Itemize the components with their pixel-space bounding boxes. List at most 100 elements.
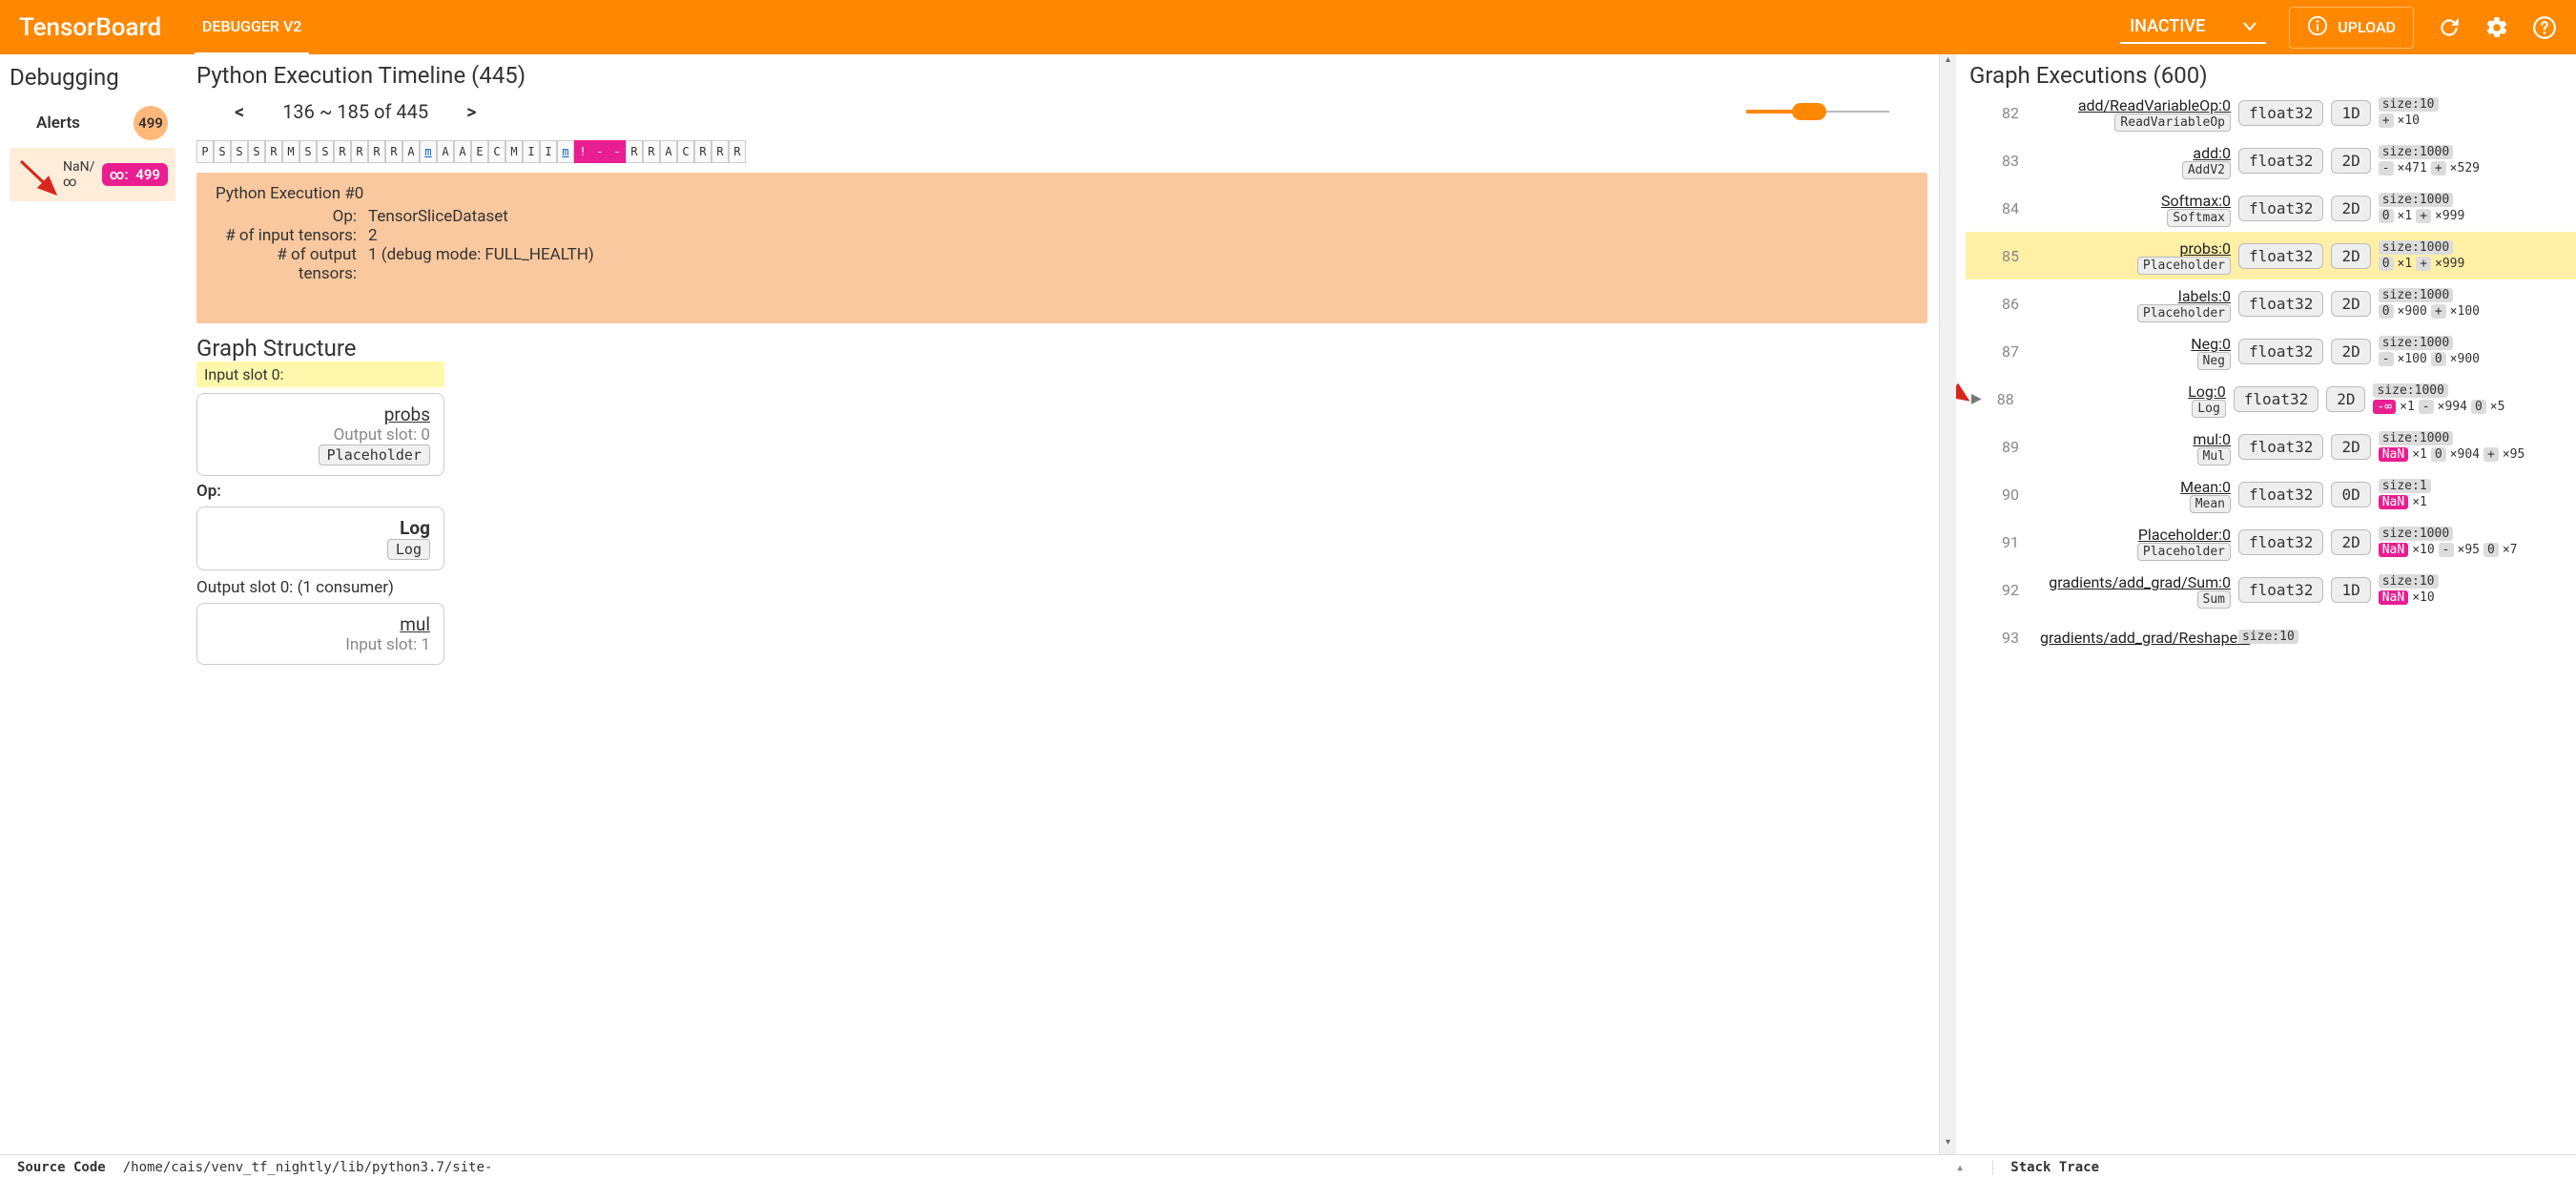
execution-detail: Python Execution #0 Op:TensorSliceDatase…: [196, 173, 1927, 323]
exec-row-op-chip: Placeholder: [2137, 543, 2231, 561]
timeline-tick[interactable]: A: [402, 140, 420, 163]
timeline-tick[interactable]: R: [694, 140, 711, 163]
graph-exec-row[interactable]: 83add:0AddV2float322Dsize:1000-×471+×529: [1966, 136, 2576, 184]
exec-row-name[interactable]: Softmax:0: [2040, 192, 2231, 210]
upload-button[interactable]: UPLOAD: [2289, 7, 2414, 49]
timeline-tick[interactable]: I: [540, 140, 557, 163]
scroll-up-icon[interactable]: ▴: [1940, 54, 1956, 72]
timeline-tick[interactable]: R: [351, 140, 368, 163]
timeline-tick[interactable]: R: [711, 140, 729, 163]
exec-row-op-chip: Placeholder: [2137, 304, 2231, 322]
timeline-tick[interactable]: R: [626, 140, 643, 163]
exec-row-index: 89: [1989, 438, 2032, 456]
gear-icon[interactable]: [2484, 15, 2509, 40]
exec-row-name[interactable]: Placeholder:0: [2040, 526, 2231, 544]
timeline-ticks: PSSSRMSSRRRRAmAAECMIIm!--RRACRRR: [196, 140, 1927, 163]
scroll-up-icon[interactable]: ▴: [1956, 1160, 1992, 1175]
exec-row-index: 90: [1989, 486, 2032, 504]
timeline-tick[interactable]: M: [505, 140, 523, 163]
graph-exec-row[interactable]: ▶88Log:0Logfloat322Dsize:1000-∞×1-×9940×…: [1966, 375, 2576, 423]
exec-row-stats: size:1000-∞×1-×9940×5: [2373, 383, 2504, 414]
graph-exec-row[interactable]: 91Placeholder:0Placeholderfloat322Dsize:…: [1966, 518, 2576, 566]
debugging-heading: Debugging: [10, 64, 175, 91]
help-icon[interactable]: [2532, 15, 2557, 40]
timeline-tick[interactable]: m: [557, 140, 574, 163]
exec-row-dtype: float32: [2238, 482, 2323, 507]
refresh-icon[interactable]: [2437, 15, 2462, 40]
exec-row-name[interactable]: labels:0: [2040, 287, 2231, 305]
exec-row-stats: size:1000NaN×10×904+×95: [2379, 431, 2525, 462]
exec-row-name[interactable]: Neg:0: [2040, 335, 2231, 353]
exec-row-name[interactable]: probs:0: [2040, 239, 2231, 258]
exec-row-dtype: float32: [2238, 434, 2323, 460]
timeline-tick[interactable]: -: [608, 140, 626, 163]
timeline-slider[interactable]: [1708, 111, 1889, 113]
timeline-tick[interactable]: E: [471, 140, 488, 163]
timeline-tick[interactable]: M: [282, 140, 299, 163]
mode-select[interactable]: INACTIVE: [2120, 10, 2266, 44]
alert-item-nan[interactable]: NaN/∞ ∞: 499: [10, 148, 175, 201]
timeline-tick[interactable]: A: [660, 140, 677, 163]
timeline-title: Python Execution Timeline (445): [196, 62, 1927, 89]
gs-input-block[interactable]: probs Output slot: 0 Placeholder: [196, 393, 444, 476]
timeline-tick[interactable]: S: [248, 140, 265, 163]
graph-exec-row[interactable]: 92gradients/add_grad/Sum:0Sumfloat321Dsi…: [1966, 566, 2576, 613]
exec-row-op-chip: Softmax: [2167, 209, 2231, 227]
graph-exec-row[interactable]: 89mul:0Mulfloat322Dsize:1000NaN×10×904+×…: [1966, 423, 2576, 470]
timeline-range: 136 ~ 185 of 445: [282, 100, 428, 123]
graph-exec-row[interactable]: 93gradients/add_grad/Reshape:0size:10: [1966, 613, 2576, 661]
timeline-tick[interactable]: A: [437, 140, 454, 163]
app-header: TensorBoard DEBUGGER V2 INACTIVE UPLOAD: [0, 0, 2576, 54]
timeline-tick[interactable]: S: [299, 140, 317, 163]
timeline-tick[interactable]: !: [574, 140, 591, 163]
gs-output-block[interactable]: mul Input slot: 1: [196, 603, 444, 665]
alerts-count-badge: 499: [134, 106, 168, 140]
graph-exec-row[interactable]: 87Neg:0Negfloat322Dsize:1000-×1000×900: [1966, 327, 2576, 375]
exec-row-name[interactable]: mul:0: [2040, 430, 2231, 448]
timeline-tick[interactable]: C: [488, 140, 505, 163]
timeline-tick[interactable]: R: [385, 140, 402, 163]
timeline-tick[interactable]: I: [523, 140, 540, 163]
logo: TensorBoard: [19, 13, 172, 42]
exec-detail-value: 2: [368, 226, 378, 245]
exec-row-rank: 2D: [2331, 196, 2370, 221]
center-scrollbar[interactable]: ▴ ▾: [1939, 54, 1956, 1154]
timeline-prev-button[interactable]: <: [235, 100, 244, 123]
exec-row-rank: 2D: [2331, 434, 2370, 460]
timeline-tick[interactable]: S: [317, 140, 334, 163]
exec-row-name[interactable]: Mean:0: [2040, 478, 2231, 496]
timeline-tick[interactable]: -: [591, 140, 608, 163]
graph-exec-row[interactable]: 82add/ReadVariableOp:0ReadVariableOpfloa…: [1966, 89, 2576, 136]
graph-exec-row[interactable]: 86labels:0Placeholderfloat322Dsize:10000…: [1966, 279, 2576, 327]
exec-row-name[interactable]: gradients/add_grad/Reshape:0: [2040, 629, 2231, 647]
scroll-down-icon[interactable]: ▾: [1940, 1137, 1956, 1154]
exec-row-name[interactable]: gradients/add_grad/Sum:0: [2040, 573, 2231, 591]
timeline-tick[interactable]: P: [196, 140, 214, 163]
exec-row-rank: 2D: [2331, 529, 2370, 555]
exec-row-dtype: float32: [2238, 577, 2323, 603]
timeline-tick[interactable]: R: [265, 140, 282, 163]
timeline-tick[interactable]: S: [231, 140, 248, 163]
exec-row-index: 93: [1989, 629, 2032, 647]
graph-exec-row[interactable]: 84Softmax:0Softmaxfloat322Dsize:10000×1+…: [1966, 184, 2576, 232]
exec-row-stats: size:10000×1+×999: [2379, 193, 2503, 223]
timeline-tick[interactable]: A: [454, 140, 471, 163]
timeline-tick[interactable]: R: [368, 140, 385, 163]
exec-row-name[interactable]: Log:0: [2035, 383, 2226, 401]
exec-row-dtype: float32: [2238, 196, 2323, 221]
exec-row-dtype: float32: [2238, 339, 2323, 364]
timeline-tick[interactable]: R: [643, 140, 660, 163]
graph-exec-row[interactable]: 90Mean:0Meanfloat320Dsize:1NaN×1: [1966, 470, 2576, 518]
exec-row-index: 92: [1989, 581, 2032, 599]
gs-op-block[interactable]: Log Log: [196, 507, 444, 570]
timeline-tick[interactable]: R: [729, 140, 746, 163]
timeline-tick[interactable]: R: [334, 140, 351, 163]
timeline-tick[interactable]: S: [214, 140, 231, 163]
timeline-tick[interactable]: m: [420, 140, 437, 163]
timeline-tick[interactable]: C: [677, 140, 694, 163]
exec-row-name[interactable]: add/ReadVariableOp:0: [2040, 96, 2231, 114]
timeline-next-button[interactable]: >: [466, 100, 476, 123]
tab-debugger[interactable]: DEBUGGER V2: [195, 0, 309, 55]
graph-exec-row[interactable]: 85probs:0Placeholderfloat322Dsize:10000×…: [1966, 232, 2576, 279]
exec-row-name[interactable]: add:0: [2040, 144, 2231, 162]
